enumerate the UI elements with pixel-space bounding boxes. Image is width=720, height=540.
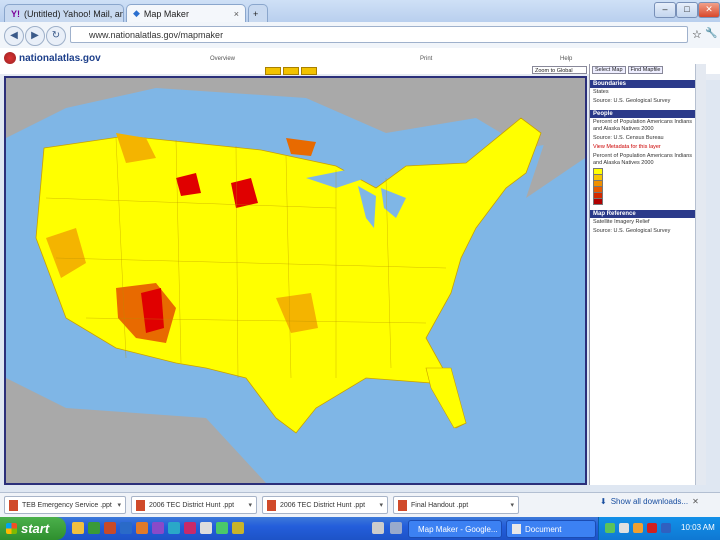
quick-launch-icon[interactable] <box>216 522 228 534</box>
vertical-scrollbar[interactable] <box>695 64 706 485</box>
document-icon <box>512 524 521 534</box>
forward-arrow-icon[interactable]: ▶ <box>25 26 45 46</box>
metadata-link[interactable]: View Metadata for this layer <box>590 143 696 152</box>
map-icon: ◆ <box>133 8 140 18</box>
logo-globe-icon <box>4 52 16 64</box>
quick-launch-icon[interactable] <box>168 522 180 534</box>
tool-button[interactable] <box>301 67 317 75</box>
download-arrow-icon: ⬇ <box>600 497 607 506</box>
reload-icon[interactable]: ↻ <box>46 26 66 46</box>
quick-launch-icon[interactable] <box>120 522 132 534</box>
section-title-map-reference: Map Reference <box>590 210 696 218</box>
quick-launch-icon[interactable] <box>390 522 402 534</box>
tool-button[interactable] <box>283 67 299 75</box>
find-mapfile-button[interactable]: Find Mapfile <box>627 66 664 74</box>
tray-icon[interactable] <box>647 523 657 533</box>
wrench-icon[interactable]: 🔧 <box>705 28 717 39</box>
map-layer-panel: Select Map Find Mapfile Boundaries State… <box>589 64 696 485</box>
layer-source: Source: U.S. Geological Survey <box>593 228 671 234</box>
header-link-overview[interactable]: Overview <box>210 56 235 62</box>
select-map-button[interactable]: Select Map <box>592 66 626 74</box>
quick-launch-icon[interactable] <box>104 522 116 534</box>
browser-toolbar: ◀ ▶ ↻ www.nationalatlas.gov/mapmaker ☆ 🔧 <box>0 22 720 49</box>
yahoo-icon: Y! <box>11 8 20 19</box>
layer-line: States <box>593 89 609 95</box>
header-link-print[interactable]: Print <box>420 56 432 62</box>
new-tab-button[interactable]: + <box>248 4 268 22</box>
minimize-button[interactable]: – <box>654 2 676 18</box>
quick-launch-icon[interactable] <box>200 522 212 534</box>
download-item[interactable]: TEB Emergency Service .ppt ▾ <box>4 496 126 514</box>
quick-launch-icon[interactable] <box>136 522 148 534</box>
tool-button[interactable] <box>265 67 281 75</box>
back-arrow-icon[interactable]: ◀ <box>4 26 24 46</box>
layer-line: Satellite Imagery Relief <box>593 219 650 225</box>
chevron-down-icon[interactable]: ▾ <box>117 501 121 509</box>
tab-label: (Untitled) Yahoo! Mail, ann <box>24 8 124 19</box>
help-icon[interactable] <box>372 522 384 534</box>
quick-launch-icon[interactable] <box>232 522 244 534</box>
legend <box>590 167 696 205</box>
windows-logo-icon <box>6 523 17 534</box>
close-window-button[interactable]: ✕ <box>698 2 720 18</box>
tab-yahoo-mail[interactable]: Y! (Untitled) Yahoo! Mail, ann × <box>4 4 124 22</box>
layer-line: Percent of Population Americans Indians … <box>593 119 693 132</box>
legend-row <box>590 197 696 205</box>
section-title-boundaries: Boundaries <box>590 80 696 88</box>
section-title-people: People <box>590 110 696 118</box>
us-map-canvas[interactable] <box>6 78 585 483</box>
close-tab-icon[interactable]: × <box>234 9 239 19</box>
quick-launch-icon[interactable] <box>72 522 84 534</box>
document-icon <box>267 499 276 511</box>
taskbar-item-map-maker[interactable]: Map Maker - Google... <box>408 520 502 538</box>
layer-source: Source: U.S. Geological Survey <box>593 98 671 104</box>
tray-icon[interactable] <box>633 523 643 533</box>
address-text: www.nationalatlas.gov/mapmaker <box>89 29 224 40</box>
clock: 10:03 AM <box>681 523 715 532</box>
download-item[interactable]: Final Handout .ppt ▾ <box>393 496 519 514</box>
layer-line: Percent of Population Americans Indians … <box>593 153 693 166</box>
header-link-help[interactable]: Help <box>560 56 572 62</box>
browser-tab-strip: Y! (Untitled) Yahoo! Mail, ann × ◆ Map M… <box>0 0 720 22</box>
layer-source: Source: U.S. Census Bureau <box>593 135 664 141</box>
document-icon <box>9 499 18 511</box>
quick-launch-icon[interactable] <box>88 522 100 534</box>
chevron-down-icon[interactable]: ▾ <box>510 501 514 509</box>
tab-label: Map Maker <box>143 8 189 19</box>
document-icon <box>398 499 407 511</box>
map-view[interactable] <box>4 76 587 485</box>
close-icon[interactable]: ✕ <box>692 497 699 506</box>
tray-icon[interactable] <box>605 523 615 533</box>
start-button[interactable]: start <box>0 517 66 540</box>
tray-icon[interactable] <box>619 523 629 533</box>
address-bar[interactable]: www.nationalatlas.gov/mapmaker <box>70 26 688 43</box>
map-base-layer <box>6 78 585 483</box>
chevron-down-icon[interactable]: ▾ <box>379 501 383 509</box>
tray-icon[interactable] <box>661 523 671 533</box>
legend-swatch <box>593 197 603 205</box>
quick-launch-icon[interactable] <box>152 522 164 534</box>
maximize-button[interactable]: □ <box>676 2 698 18</box>
quick-launch-icon[interactable] <box>184 522 196 534</box>
zoom-dropdown[interactable]: Zoom to Global <box>532 66 587 74</box>
download-item[interactable]: 2006 TEC District Hunt .ppt ▾ <box>131 496 257 514</box>
bookmark-star-icon[interactable]: ☆ <box>692 28 702 41</box>
document-icon <box>136 499 145 511</box>
system-tray: 10:03 AM <box>598 517 720 540</box>
chevron-down-icon[interactable]: ▾ <box>248 501 252 509</box>
tab-map-maker[interactable]: ◆ Map Maker × <box>126 4 246 22</box>
download-item[interactable]: 2006 TEC District Hunt .ppt ▾ <box>262 496 388 514</box>
taskbar-item-document[interactable]: Document <box>506 520 596 538</box>
site-logo[interactable]: nationalatlas.gov <box>4 52 101 64</box>
show-all-downloads-link[interactable]: ⬇ Show all downloads... ✕ <box>600 497 699 506</box>
